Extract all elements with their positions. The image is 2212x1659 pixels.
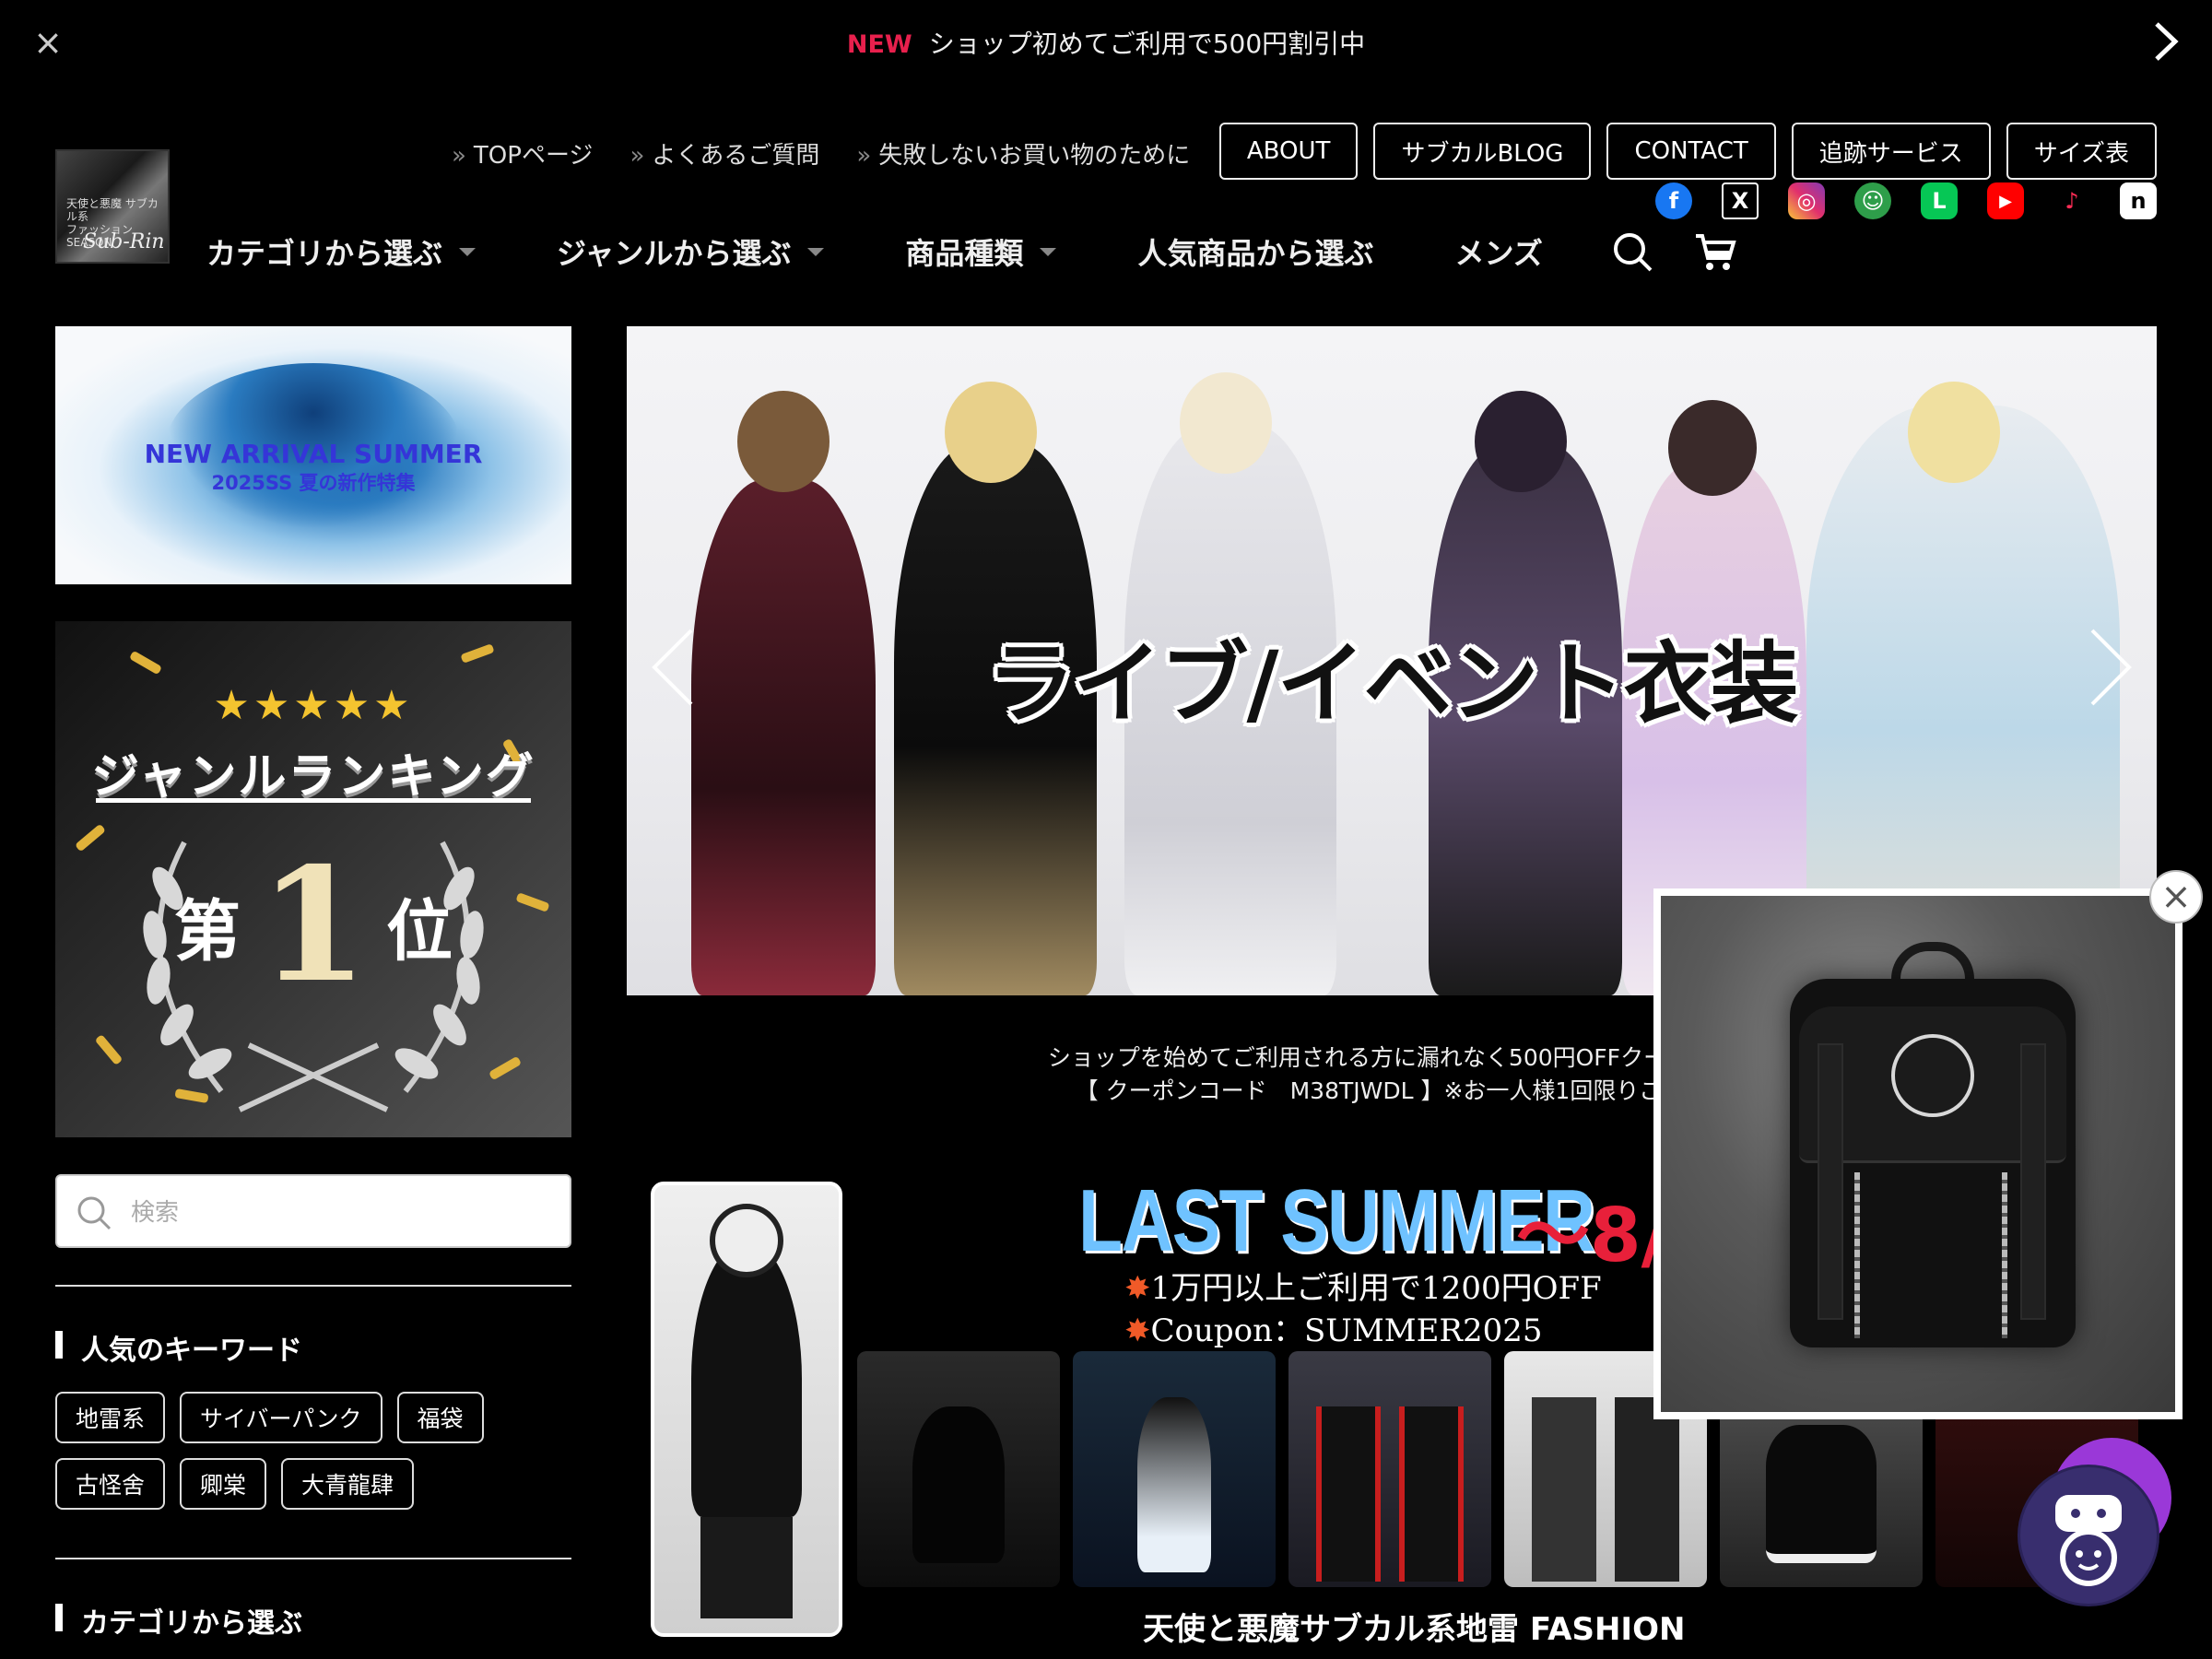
link-shopping-guide[interactable]: 失敗しないお買い物のために [856, 136, 1190, 171]
pentagram-icon [1891, 1034, 1974, 1117]
nav-category[interactable]: カテゴリから選ぶ [206, 230, 477, 273]
product-popup[interactable] [1653, 888, 2183, 1419]
blog-button[interactable]: サブカルBLOG [1373, 123, 1592, 180]
slider-prev-icon[interactable] [645, 621, 700, 713]
keyword-tag[interactable]: 福袋 [396, 1392, 484, 1443]
logo-script: Sub-Rin [83, 230, 165, 253]
tiktok-icon[interactable]: ♪ [2053, 182, 2090, 219]
genre-ranking-banner[interactable]: ★★★★★ ジャンルランキング 第1位 [55, 621, 571, 1137]
model-head [1668, 400, 1757, 496]
new-badge: NEW [846, 30, 912, 59]
search-box [55, 1174, 571, 1248]
search-icon [77, 1196, 112, 1230]
link-top-page[interactable]: TOPページ [452, 136, 594, 171]
divider [55, 1285, 571, 1287]
line-icon[interactable]: L [1921, 182, 1958, 219]
summer-offer: ✸1万円以上ご利用で1200円OFF [1124, 1270, 1602, 1307]
keywords-heading: 人気のキーワード [55, 1327, 302, 1368]
title-underline [96, 798, 531, 803]
chevron-right-icon[interactable] [2147, 18, 2184, 65]
nav-product-type[interactable]: 商品種類 [905, 230, 1057, 273]
product-thumbnail [1073, 1351, 1276, 1587]
new-arrival-subtitle: 2025SS 夏の新作特集 [211, 472, 416, 494]
nav-mens[interactable]: メンズ [1454, 230, 1542, 273]
model-head [1475, 391, 1567, 492]
keyword-tag[interactable]: 地雷系 [55, 1392, 166, 1443]
model-head [945, 382, 1037, 483]
keyword-tag[interactable]: 卿棠 [180, 1458, 267, 1510]
summer-footer: 天使と悪魔サブカル系地雷 FASHION [1143, 1611, 1686, 1648]
social-links: f X ◎ ☺ L ▶ ♪ n [1655, 182, 2157, 219]
category-heading: カテゴリから選ぶ [55, 1600, 302, 1641]
nav-genre[interactable]: ジャンルから選ぶ [557, 230, 825, 273]
product-photo [651, 1182, 842, 1637]
new-arrival-title: NEW ARRIVAL SUMMER [144, 439, 483, 469]
caret-down-icon [459, 247, 477, 256]
frog-icon[interactable]: ☺ [1854, 182, 1891, 219]
product-thumbnail [857, 1351, 1060, 1587]
facebook-icon[interactable]: f [1655, 182, 1692, 219]
keyword-list: 地雷系 サイバーパンク 福袋 古怪舍 卿棠 大青龍肆 [55, 1392, 571, 1510]
model-head [1180, 372, 1272, 474]
keyword-tag[interactable]: 大青龍肆 [281, 1458, 415, 1510]
announcement-message[interactable]: NEW ショップ初めてご利用で500円割引中 [0, 24, 2212, 61]
rating-stars: ★★★★★ [213, 682, 414, 729]
hero-caption: ライブ/イベント衣装 [986, 632, 1798, 735]
search-input[interactable] [131, 1193, 555, 1233]
model-head [1908, 382, 2000, 483]
youtube-icon[interactable]: ▶ [1987, 182, 2024, 219]
slider-next-icon[interactable] [2083, 621, 2138, 713]
announcement-bar: × NEW ショップ初めてご利用で500円割引中 [0, 0, 2212, 85]
ranking-title: ジャンルランキング [91, 749, 535, 805]
caret-down-icon [807, 247, 825, 256]
model-head [737, 391, 830, 492]
top-links: TOPページ よくあるご質問 失敗しないお買い物のために [452, 136, 1190, 171]
size-chart-button[interactable]: サイズ表 [2006, 123, 2157, 180]
close-popup-icon[interactable]: × [2149, 870, 2203, 924]
chat-button[interactable] [2020, 1467, 2157, 1604]
spark-icon: ✸ [1124, 1270, 1151, 1307]
contact-button[interactable]: CONTACT [1606, 123, 1776, 180]
backpack-image [1661, 896, 2175, 1412]
new-arrival-banner[interactable]: NEW ARRIVAL SUMMER 2025SS 夏の新作特集 [55, 326, 571, 584]
main-nav: カテゴリから選ぶ ジャンルから選ぶ 商品種類 人気商品から選ぶ メンズ [206, 230, 1777, 273]
search-icon[interactable] [1611, 230, 1653, 273]
product-thumbnail [1288, 1351, 1491, 1587]
link-faq[interactable]: よくあるご質問 [629, 136, 819, 171]
header-buttons: ABOUT サブカルBLOG CONTACT 追跡サービス サイズ表 [1218, 123, 2157, 180]
site-logo[interactable]: 天使と悪魔 サブカル系 ファッション SEASON Sub-Rin [55, 149, 170, 264]
rank-first: 第1位 [173, 833, 453, 1018]
tracking-button[interactable]: 追跡サービス [1791, 123, 1991, 180]
keyword-tag[interactable]: サイバーパンク [180, 1392, 382, 1443]
x-twitter-icon[interactable]: X [1722, 182, 1759, 219]
caret-down-icon [1040, 247, 1057, 256]
note-icon[interactable]: n [2120, 182, 2157, 219]
cart-icon[interactable] [1694, 230, 1736, 273]
keyword-tag[interactable]: 古怪舍 [55, 1458, 166, 1510]
spark-icon: ✸ [1124, 1312, 1151, 1349]
about-button[interactable]: ABOUT [1218, 123, 1359, 180]
divider [55, 1558, 571, 1559]
summer-coupon: ✸Coupon：SUMMER2025 [1124, 1312, 1543, 1349]
chatbot-icon [2055, 1495, 2122, 1586]
announcement-text: ショップ初めてご利用で500円割引中 [928, 29, 1366, 59]
instagram-icon[interactable]: ◎ [1788, 182, 1825, 219]
nav-popular[interactable]: 人気商品から選ぶ [1137, 230, 1373, 273]
